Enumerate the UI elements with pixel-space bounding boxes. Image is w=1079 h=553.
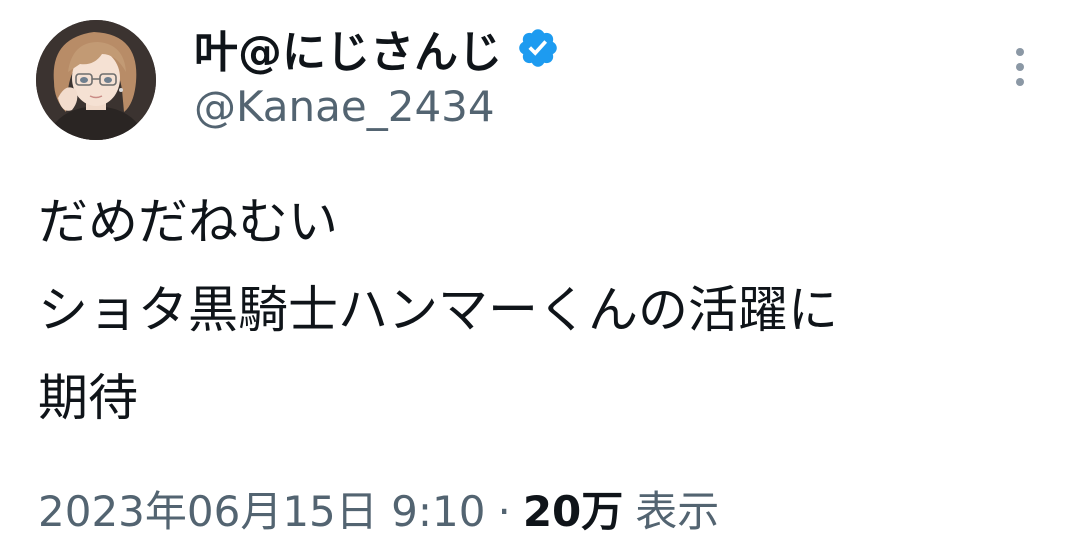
more-dot <box>1016 78 1024 86</box>
tweet-meta: 2023年06月15日 9:10 · 20万 表示 <box>38 478 719 539</box>
tweet-text: だめだねむい ショタ黒騎士ハンマーくんの活躍に 期待 <box>38 178 1048 442</box>
avatar-portrait-icon <box>36 20 156 140</box>
more-vertical-icon[interactable] <box>1000 42 1040 92</box>
views-count[interactable]: 20万 <box>523 478 623 539</box>
tweet-card: 叶@にじさんじ @Kanae_2434 だめだねむい ショタ黒騎士ハンマーくんの… <box>0 0 1079 553</box>
verified-badge-icon[interactable] <box>516 26 560 70</box>
more-dot <box>1016 63 1024 71</box>
tweet-text-line: ショタ黒騎士ハンマーくんの活躍に <box>38 281 838 339</box>
meta-separator: · <box>497 487 511 536</box>
tweet-text-line: 期待 <box>38 369 138 427</box>
author-display-name[interactable]: 叶@にじさんじ <box>194 16 502 80</box>
more-dot <box>1016 48 1024 56</box>
author-handle[interactable]: @Kanae_2434 <box>194 82 495 131</box>
views-label[interactable]: 表示 <box>635 478 719 539</box>
tweet-text-line: だめだねむい <box>38 193 338 251</box>
author-name-row[interactable]: 叶@にじさんじ <box>194 18 560 78</box>
avatar[interactable] <box>36 20 156 140</box>
tweet-timestamp[interactable]: 2023年06月15日 9:10 <box>38 478 485 539</box>
